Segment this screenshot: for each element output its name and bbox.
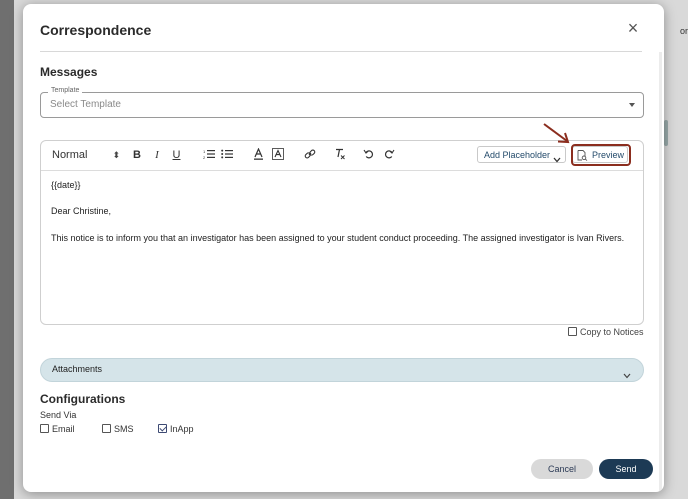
clear-format-icon[interactable] <box>334 148 346 163</box>
chevron-down-icon <box>623 366 631 384</box>
send-via-label: Send Via <box>40 410 77 420</box>
modal-title: Correspondence <box>40 22 152 38</box>
highlight-color-icon[interactable] <box>272 148 284 163</box>
document-preview-icon <box>577 150 588 167</box>
preview-label: Preview <box>592 150 625 160</box>
caret-down-icon <box>629 103 635 107</box>
checkbox-checked-icon <box>158 424 167 433</box>
template-select[interactable]: Template Select Template <box>40 87 644 118</box>
sms-checkbox[interactable]: SMS <box>102 424 134 434</box>
add-placeholder-label: Add Placeholder <box>484 150 551 160</box>
add-placeholder-select[interactable]: Add Placeholder <box>477 146 566 163</box>
updown-icon: ⬍ <box>112 150 120 160</box>
link-icon[interactable] <box>304 148 316 163</box>
italic-button[interactable]: I <box>152 148 162 163</box>
copy-to-notices-checkbox[interactable]: Copy to Notices <box>568 327 644 337</box>
content-greeting: Dear Christine, <box>51 206 112 216</box>
inapp-label: InApp <box>170 424 194 434</box>
text-color-icon[interactable] <box>253 148 264 163</box>
template-placeholder: Select Template <box>50 99 121 110</box>
editor-content[interactable]: {{date}} Dear Christine, This notice is … <box>51 179 633 244</box>
underline-button[interactable]: U <box>171 148 182 163</box>
background-fragment: or <box>679 26 688 36</box>
close-icon[interactable]: × <box>624 19 642 37</box>
undo-icon[interactable] <box>363 148 374 163</box>
messages-heading: Messages <box>40 65 98 79</box>
ordered-list-icon[interactable]: 12 <box>203 148 215 163</box>
checkbox-icon <box>102 424 111 433</box>
template-legend: Template <box>48 87 83 94</box>
inapp-checkbox[interactable]: InApp <box>158 424 194 434</box>
send-button[interactable]: Send <box>599 459 653 479</box>
chevron-down-icon <box>553 152 561 169</box>
modal-scrollbar[interactable] <box>659 52 662 492</box>
editor-toolbar: Normal ⬍ B I U 12 Add Placeholder Previe… <box>41 141 643 171</box>
email-checkbox[interactable]: Email <box>40 424 75 434</box>
svg-text:2: 2 <box>203 155 206 160</box>
configurations-heading: Configurations <box>40 392 126 406</box>
bullet-list-icon[interactable] <box>221 148 233 163</box>
attachments-label: Attachments <box>52 364 103 374</box>
email-label: Email <box>52 424 75 434</box>
title-divider <box>40 51 642 52</box>
content-date-placeholder: {{date}} <box>51 180 81 190</box>
attachments-accordion[interactable]: Attachments <box>40 358 644 382</box>
format-select[interactable]: Normal ⬍ <box>52 148 120 163</box>
redo-icon[interactable] <box>384 148 395 163</box>
correspondence-modal: Correspondence × Messages Template Selec… <box>23 4 664 492</box>
preview-button[interactable]: Preview <box>572 146 628 163</box>
content-body: This notice is to inform you that an inv… <box>51 233 625 243</box>
sms-label: SMS <box>114 424 134 434</box>
cancel-button[interactable]: Cancel <box>531 459 593 479</box>
format-value: Normal <box>52 149 88 161</box>
bold-button[interactable]: B <box>132 148 142 163</box>
copy-to-notices-label: Copy to Notices <box>580 327 644 337</box>
background-scroll-indicator <box>664 120 668 146</box>
svg-text:1: 1 <box>203 149 206 154</box>
checkbox-icon <box>40 424 49 433</box>
message-editor: Normal ⬍ B I U 12 Add Placeholder Previe… <box>40 140 644 325</box>
checkbox-icon <box>568 327 577 336</box>
